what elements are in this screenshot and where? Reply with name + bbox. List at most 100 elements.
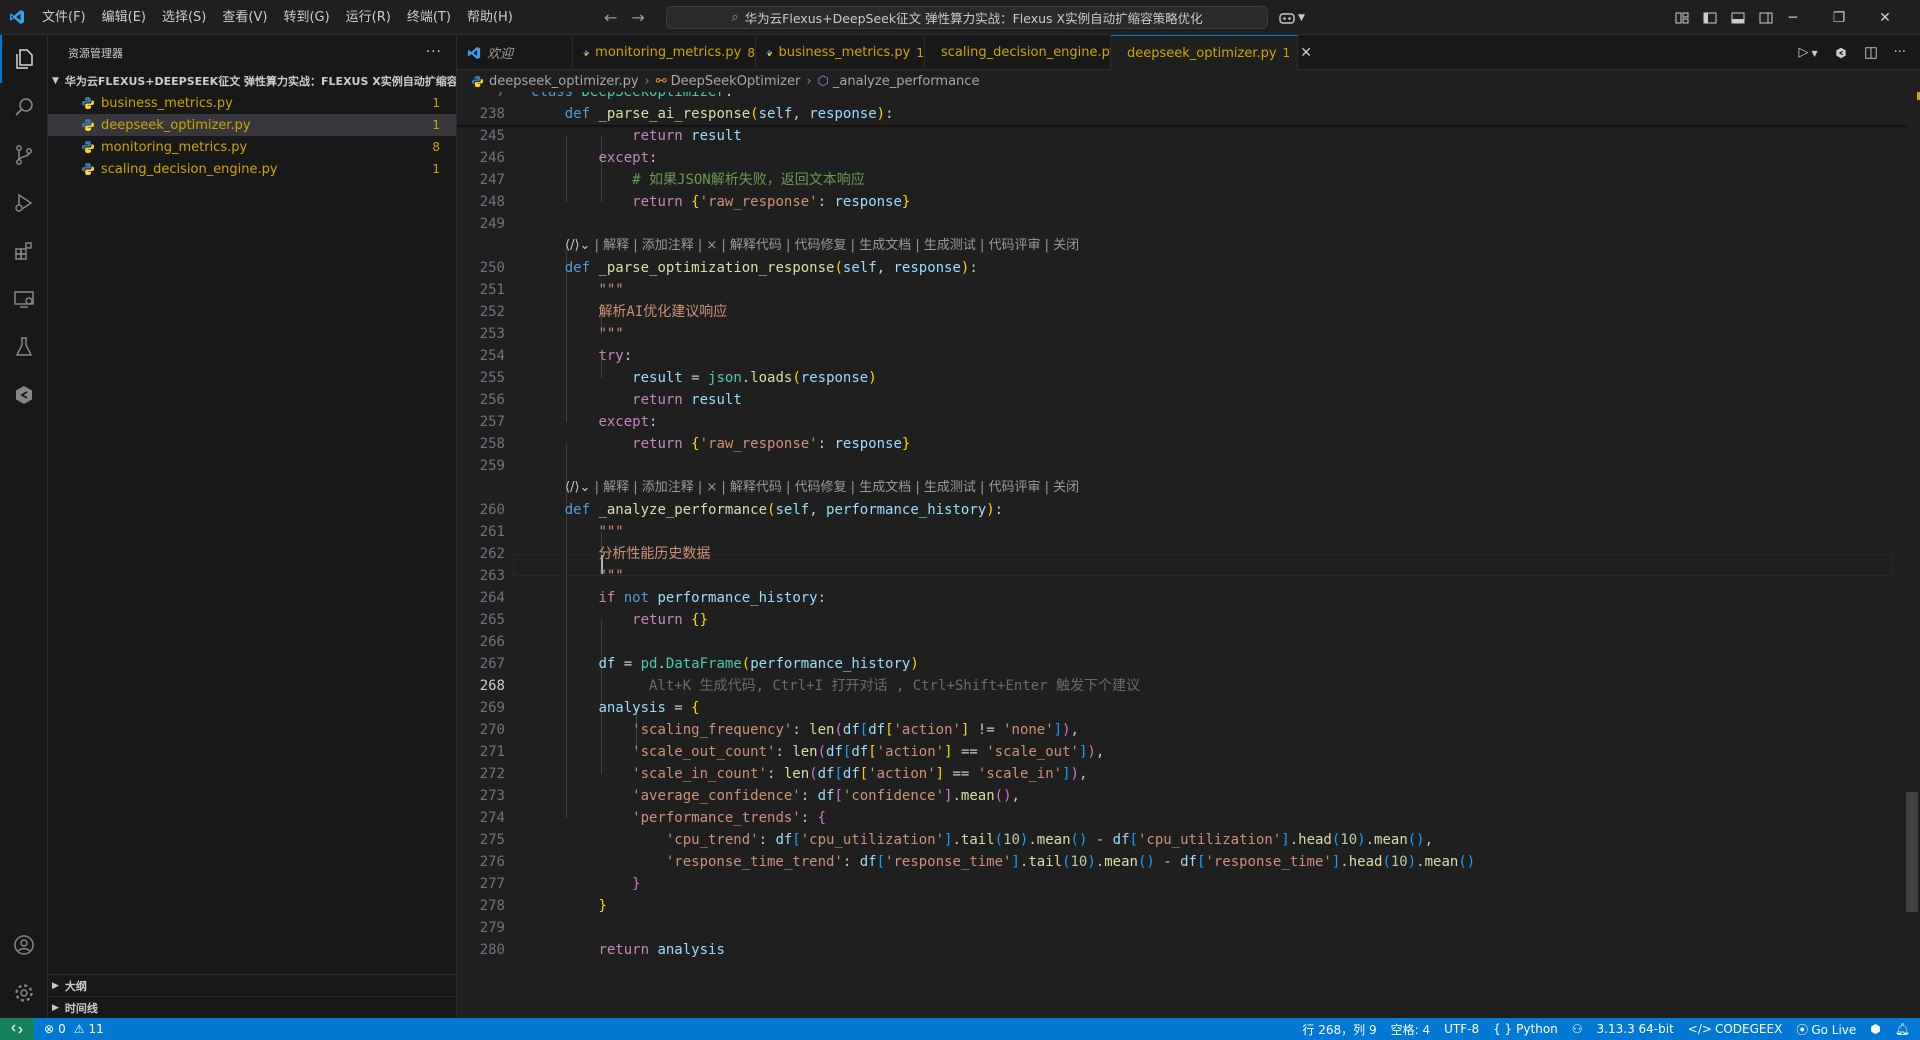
codegeex-action-icon[interactable] bbox=[1834, 46, 1848, 60]
file-item-business-metrics[interactable]: business_metrics.py 1 bbox=[48, 92, 456, 114]
code-line[interactable]: 275 'cpu_trend': df['cpu_utilization'].t… bbox=[457, 829, 1920, 851]
code-line[interactable]: 272 'scale_in_count': len(df[df['action'… bbox=[457, 763, 1920, 785]
code-line[interactable]: 250 def _parse_optimization_response(sel… bbox=[457, 257, 1920, 279]
code-line[interactable]: 245 return result bbox=[457, 125, 1920, 147]
breadcrumb-file[interactable]: deepseek_optimizer.py bbox=[489, 74, 639, 89]
toggle-panel-icon[interactable] bbox=[1730, 10, 1746, 26]
menu-run[interactable]: 运行(R) bbox=[338, 0, 399, 35]
back-arrow-icon[interactable]: ← bbox=[604, 8, 617, 27]
code-line[interactable]: 280 return analysis bbox=[457, 939, 1920, 961]
code-line[interactable]: 264 if not performance_history: bbox=[457, 587, 1920, 609]
code-line[interactable]: 271 'scale_out_count': len(df[df['action… bbox=[457, 741, 1920, 763]
code-line[interactable]: 263 """ bbox=[457, 565, 1920, 587]
codegeex-icon[interactable] bbox=[0, 371, 48, 419]
minimize-button[interactable]: ─ bbox=[1770, 0, 1816, 35]
code-line[interactable]: 253 """ bbox=[457, 323, 1920, 345]
settings-gear-icon[interactable] bbox=[0, 969, 48, 1017]
code-line[interactable]: 265 return {} bbox=[457, 609, 1920, 631]
source-control-icon[interactable] bbox=[0, 131, 48, 179]
run-debug-icon[interactable] bbox=[0, 179, 48, 227]
tab-deepseek-optimizer[interactable]: deepseek_optimizer.py 1 ✕ bbox=[1111, 35, 1312, 70]
menu-terminal[interactable]: 终端(T) bbox=[399, 0, 459, 35]
sticky-line[interactable]: 238 def _parse_ai_response(self, respons… bbox=[457, 103, 1920, 125]
file-item-monitoring-metrics[interactable]: monitoring_metrics.py 8 bbox=[48, 136, 456, 158]
code-line[interactable]: 269 analysis = { bbox=[457, 697, 1920, 719]
search-icon[interactable] bbox=[0, 83, 48, 131]
copilot-status-icon[interactable]: ⚇ bbox=[1572, 1022, 1583, 1036]
code-line[interactable]: 261 """ bbox=[457, 521, 1920, 543]
remote-indicator[interactable] bbox=[0, 1018, 34, 1040]
code-line[interactable]: 274 'performance_trends': { bbox=[457, 807, 1920, 829]
command-center-search[interactable]: ⌕ 华为云Flexus+DeepSeek征文 弹性算力实战：Flexus X实例… bbox=[666, 6, 1268, 29]
restore-button[interactable]: ❐ bbox=[1816, 0, 1862, 35]
cursor-position[interactable]: 行 268，列 9 bbox=[1302, 1021, 1376, 1038]
timeline-section[interactable]: ▶ 时间线 bbox=[48, 996, 457, 1018]
problems-indicator[interactable]: ⊗ 0 ⚠ 11 bbox=[44, 1022, 104, 1036]
run-python-file-icon[interactable]: ▷ ▼ bbox=[1798, 45, 1817, 60]
codelens-actions[interactable]: ⟨/⟩⌄ | 解释 | 添加注释 | × | 解释代码 | 代码修复 | 生成文… bbox=[565, 477, 1079, 499]
toggle-primary-sidebar-icon[interactable] bbox=[1702, 10, 1718, 26]
code-line[interactable]: 270 'scaling_frequency': len(df[df['acti… bbox=[457, 719, 1920, 741]
close-window-button[interactable]: ✕ bbox=[1862, 0, 1908, 35]
python-interpreter[interactable]: 3.13.3 64-bit bbox=[1597, 1022, 1674, 1036]
sticky-line[interactable]: 7 class DeepSeekOptimizer: bbox=[457, 92, 1920, 103]
file-item-scaling-decision-engine[interactable]: scaling_decision_engine.py 1 bbox=[48, 158, 456, 180]
menu-edit[interactable]: 编辑(E) bbox=[94, 0, 154, 35]
code-line[interactable]: 267 df = pd.DataFrame(performance_histor… bbox=[457, 653, 1920, 675]
menu-help[interactable]: 帮助(H) bbox=[459, 0, 521, 35]
code-line[interactable]: 276 'response_time_trend': df['response_… bbox=[457, 851, 1920, 873]
menu-file[interactable]: 文件(F) bbox=[34, 0, 94, 35]
tab-business-metrics[interactable]: business_metrics.py 1 bbox=[756, 35, 925, 70]
code-line[interactable]: 262 分析性能历史数据 bbox=[457, 543, 1920, 565]
code-line[interactable]: 255 result = json.loads(response) bbox=[457, 367, 1920, 389]
code-line-current[interactable]: 268 Alt+K 生成代码, Ctrl+I 打开对话 , Ctrl+Shift… bbox=[457, 675, 1920, 697]
customize-layout-icon[interactable] bbox=[1674, 10, 1690, 26]
extensions-icon[interactable] bbox=[0, 227, 48, 275]
code-line[interactable]: 278 } bbox=[457, 895, 1920, 917]
language-mode[interactable]: { } Python bbox=[1493, 1022, 1558, 1036]
menu-view[interactable]: 查看(V) bbox=[214, 0, 275, 35]
code-line[interactable]: 248 return {'raw_response': response} bbox=[457, 191, 1920, 213]
code-line[interactable]: 273 'average_confidence': df['confidence… bbox=[457, 785, 1920, 807]
encoding[interactable]: UTF-8 bbox=[1444, 1022, 1479, 1036]
menu-selection[interactable]: 选择(S) bbox=[154, 0, 214, 35]
menu-go[interactable]: 转到(G) bbox=[275, 0, 337, 35]
vertical-scrollbar-thumb[interactable] bbox=[1906, 792, 1918, 912]
more-actions-icon[interactable]: ··· bbox=[426, 44, 442, 60]
code-line[interactable]: 257 except: bbox=[457, 411, 1920, 433]
code-line[interactable]: 266 bbox=[457, 631, 1920, 653]
code-line[interactable]: 277 } bbox=[457, 873, 1920, 895]
split-editor-icon[interactable] bbox=[1864, 46, 1878, 60]
go-live-button[interactable]: ⦿ Go Live bbox=[1796, 1021, 1856, 1038]
codegeex-small-icon[interactable]: ⬢ bbox=[1870, 1022, 1880, 1036]
code-line[interactable]: 252 解析AI优化建议响应 bbox=[457, 301, 1920, 323]
tab-scaling-decision-engine[interactable]: scaling_decision_engine.py 1 bbox=[925, 35, 1131, 70]
code-line[interactable]: 259 bbox=[457, 455, 1920, 477]
code-line[interactable]: 249 bbox=[457, 213, 1920, 235]
remote-explorer-icon[interactable] bbox=[0, 275, 48, 323]
explorer-icon[interactable] bbox=[0, 35, 48, 83]
outline-section[interactable]: ▶ 大纲 bbox=[48, 974, 457, 996]
code-line[interactable]: 247 # 如果JSON解析失败，返回文本响应 bbox=[457, 169, 1920, 191]
codegeex-status[interactable]: </> CODEGEEX bbox=[1688, 1022, 1783, 1036]
codelens-actions[interactable]: ⟨/⟩⌄ | 解释 | 添加注释 | × | 解释代码 | 代码修复 | 生成文… bbox=[565, 235, 1079, 257]
code-line[interactable]: 246 except: bbox=[457, 147, 1920, 169]
copilot-button[interactable]: ▼ bbox=[1278, 0, 1305, 35]
code-line[interactable]: 256 return result bbox=[457, 389, 1920, 411]
accounts-icon[interactable] bbox=[0, 921, 48, 969]
code-line[interactable]: 254 try: bbox=[457, 345, 1920, 367]
close-tab-icon[interactable]: ✕ bbox=[1300, 45, 1312, 61]
breadcrumb-method[interactable]: _analyze_performance bbox=[833, 74, 980, 89]
breadcrumb-class[interactable]: DeepSeekOptimizer bbox=[671, 74, 801, 89]
testing-flask-icon[interactable] bbox=[0, 323, 48, 371]
indentation[interactable]: 空格: 4 bbox=[1391, 1021, 1431, 1038]
file-item-deepseek-optimizer[interactable]: deepseek_optimizer.py 1 bbox=[48, 114, 456, 136]
tab-welcome[interactable]: 欢迎 bbox=[457, 35, 573, 70]
code-line[interactable]: 258 return {'raw_response': response} bbox=[457, 433, 1920, 455]
code-line[interactable]: 279 bbox=[457, 917, 1920, 939]
tab-monitoring-metrics[interactable]: monitoring_metrics.py 8 bbox=[573, 35, 756, 70]
code-line[interactable]: 251 """ bbox=[457, 279, 1920, 301]
code-editor[interactable]: 7 class DeepSeekOptimizer: 238 def _pars… bbox=[457, 92, 1920, 1018]
notifications-bell-icon[interactable]: 🔔︎ bbox=[1895, 1022, 1910, 1036]
more-actions-icon[interactable]: ··· bbox=[1894, 45, 1906, 60]
